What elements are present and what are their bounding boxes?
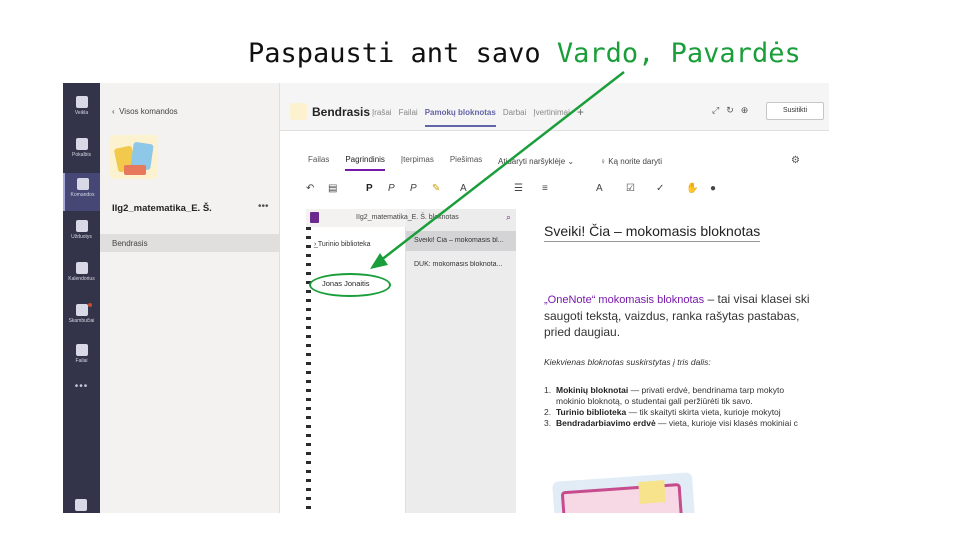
- page-item[interactable]: Sveiki! Čia – mokomasis bl...: [406, 231, 516, 251]
- undo-icon[interactable]: ↶: [306, 183, 314, 194]
- file-icon: [75, 344, 88, 356]
- page-title: Sveiki! Čia – mokomasis bloknotas: [544, 223, 761, 242]
- expand-icon[interactable]: ⤢: [712, 105, 719, 116]
- notebook-name: IIg2_matematika_E. Š. bloknotas: [356, 214, 459, 221]
- settings-icon[interactable]: ⚙: [791, 155, 800, 166]
- rail-item-activity[interactable]: Veikla: [63, 91, 100, 129]
- calendar-icon: [75, 262, 88, 274]
- dictate-icon[interactable]: ✋: [686, 183, 698, 194]
- globe-icon[interactable]: ⊕: [741, 105, 749, 116]
- ribbon-tab-file[interactable]: Failas: [308, 155, 329, 173]
- ribbon-tab-insert[interactable]: Įterpimas: [401, 155, 434, 173]
- underline-icon[interactable]: P: [410, 183, 417, 194]
- open-in-browser-button[interactable]: Atidaryti naršyklėje ⌄: [498, 157, 574, 166]
- tab-files[interactable]: Failai: [399, 108, 418, 127]
- tag-icon[interactable]: ☑: [626, 183, 635, 194]
- numbering-icon[interactable]: ≡: [542, 183, 548, 194]
- tab-class-notebook[interactable]: Pamokų bloknotas: [424, 108, 496, 127]
- list-item: 2. Turinio biblioteka — tik skaityti skir…: [544, 407, 781, 417]
- section-pane: › _Turinio biblioteka Jonas Jonaitis: [306, 209, 406, 513]
- italic-icon[interactable]: P: [388, 183, 395, 194]
- highlight-icon[interactable]: ✎: [432, 183, 440, 194]
- onenote-icon: [310, 212, 319, 223]
- refresh-icon[interactable]: ↻: [726, 105, 734, 116]
- styles-icon[interactable]: A: [596, 183, 603, 194]
- rail-more-button[interactable]: •••: [63, 381, 100, 392]
- highlight-oval: [309, 273, 391, 297]
- subheading: Kiekvienas bloknotas suskirstytas į tris…: [544, 357, 711, 367]
- mic-icon[interactable]: ●: [710, 183, 716, 194]
- section-item[interactable]: › _Turinio biblioteka: [306, 235, 406, 251]
- channel-main: Bendrasis Įrašai Failai Pamokų bloknotas…: [280, 83, 829, 513]
- formatting-toolbar: ↶ ▤ P P P ✎ A ☰ ≡ A ☑ ✓ ✋ ●: [280, 180, 829, 202]
- add-tab-icon[interactable]: +: [577, 105, 584, 127]
- list-item: 1. Mokinių bloknotai — privati erdvė, ben…: [544, 385, 785, 395]
- rail-item-assignments[interactable]: Užduotys: [63, 215, 100, 253]
- page-item[interactable]: DUK: mokomasis bloknota...: [406, 255, 516, 275]
- rail-item-teams[interactable]: Komandos: [63, 173, 100, 211]
- rail-item-chat[interactable]: Pokalbis: [63, 133, 100, 171]
- tab-grades[interactable]: Įvertinimai: [533, 108, 569, 127]
- teams-screenshot: Veikla Pokalbis Komandos Užduotys Kalend…: [63, 83, 829, 513]
- lightbulb-icon: ♀: [600, 157, 609, 166]
- notebook-illustration: [552, 472, 696, 513]
- numbered-list: 1. Mokinių bloknotai — privati erdvė, ben…: [544, 385, 829, 429]
- bullets-icon[interactable]: ☰: [514, 183, 523, 194]
- paste-icon[interactable]: ▤: [328, 183, 337, 194]
- tab-assignments[interactable]: Darbai: [503, 108, 527, 127]
- channel-tabs: Įrašai Failai Pamokų bloknotas Darbai Įv…: [372, 105, 584, 127]
- rail-item-calls[interactable]: Skambučiai: [63, 299, 100, 337]
- channel-title: Bendrasis: [312, 105, 371, 119]
- assignments-icon: [75, 220, 88, 232]
- page-canvas[interactable]: Sveiki! Čia – mokomasis bloknotas „OneNo…: [516, 209, 829, 513]
- chevron-down-icon: ⌄: [565, 157, 575, 166]
- channel-avatar: [290, 103, 307, 120]
- teams-icon: [76, 178, 89, 190]
- channel-header: Bendrasis Įrašai Failai Pamokų bloknotas…: [280, 83, 829, 131]
- search-icon[interactable]: ⌕: [506, 212, 511, 223]
- slide-title: Paspausti ant savo Vardo, Pavardės: [248, 38, 801, 69]
- team-name[interactable]: IIg2_matematika_E. Š.: [112, 203, 212, 214]
- channel-item-general[interactable]: Bendrasis: [100, 234, 280, 252]
- apps-icon[interactable]: [75, 499, 87, 511]
- slide-title-highlight: Vardo, Pavardės: [556, 38, 801, 69]
- app-rail: Veikla Pokalbis Komandos Užduotys Kalend…: [63, 83, 100, 513]
- slide-title-prefix: Paspausti ant savo: [248, 38, 541, 69]
- bold-icon[interactable]: P: [366, 183, 373, 194]
- page-list-pane: IIg2_matematika_E. Š. bloknotas ⌕ Sveiki…: [356, 209, 516, 513]
- tab-posts[interactable]: Įrašai: [372, 108, 392, 127]
- bell-icon: [75, 96, 88, 108]
- teams-panel: ‹ Visos komandos IIg2_matematika_E. Š. •…: [100, 83, 280, 513]
- slide: Paspausti ant savo Vardo, Pavardės Veikl…: [0, 0, 960, 540]
- team-avatar: [110, 135, 158, 179]
- back-to-all-teams[interactable]: ‹ Visos komandos: [112, 107, 178, 116]
- phone-icon: [75, 304, 88, 316]
- list-item-continuation: mokinio bloknotą, o studentai gali perži…: [556, 396, 753, 406]
- intro-paragraph: „OneNote“ mokomasis bloknotas – tai visa…: [544, 292, 810, 339]
- spelling-icon[interactable]: ✓: [656, 183, 664, 194]
- chat-icon: [75, 138, 88, 150]
- meet-button[interactable]: Susitikti: [766, 102, 824, 120]
- font-color-icon[interactable]: A: [460, 183, 467, 194]
- rail-item-calendar[interactable]: Kalendorius: [63, 257, 100, 295]
- header-actions: ⤢ ↻ ⊕: [712, 105, 748, 116]
- notification-dot: [88, 303, 92, 307]
- ribbon-tab-draw[interactable]: Piešimas: [450, 155, 482, 173]
- team-more-button[interactable]: •••: [258, 201, 269, 212]
- ribbon-tab-home[interactable]: Pagrindinis: [345, 155, 385, 171]
- binder-rings: [306, 227, 311, 513]
- list-item: 3. Bendradarbiavimo erdvė — vieta, kurioj…: [544, 418, 798, 428]
- rail-item-files[interactable]: Failai: [63, 339, 100, 377]
- tell-me-box[interactable]: ♀ Ką norite daryti: [600, 157, 662, 166]
